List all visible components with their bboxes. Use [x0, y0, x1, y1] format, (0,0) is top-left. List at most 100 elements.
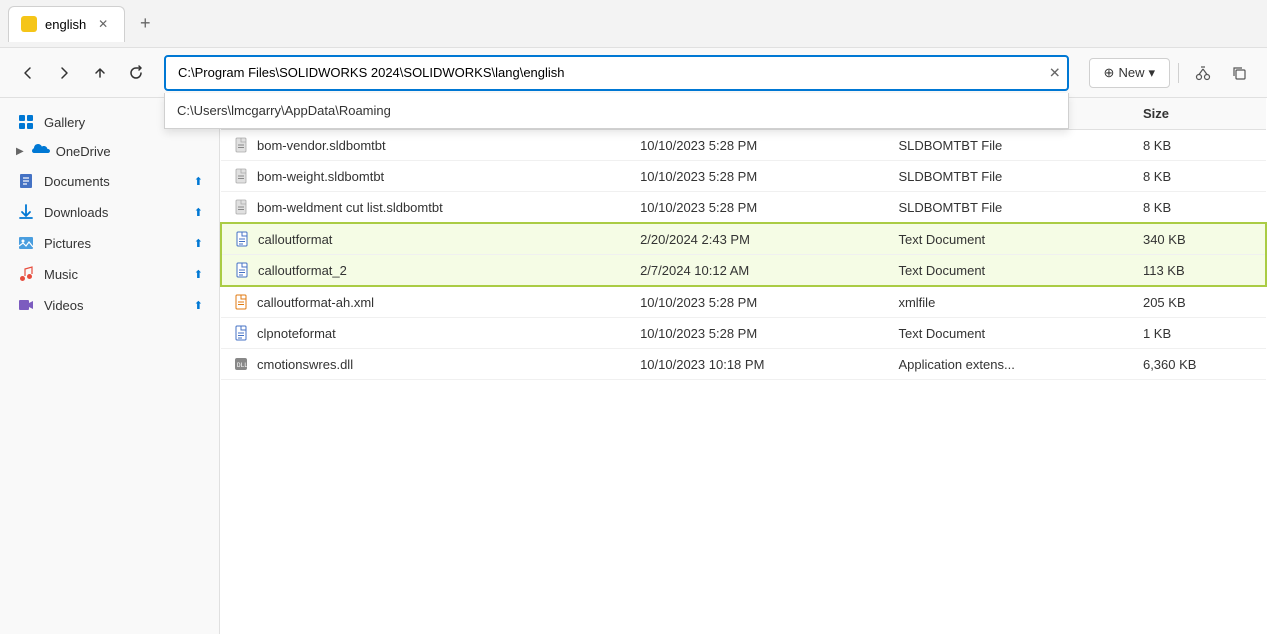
refresh-button[interactable]	[120, 57, 152, 89]
pin-icon-downloads: ⬆	[194, 206, 203, 219]
file-name-text: clpnoteformat	[257, 326, 336, 341]
sidebar-item-onedrive[interactable]: ▶ OneDrive	[4, 138, 215, 165]
file-table: Name ↑ Date modified Type Size bom-vendo…	[220, 98, 1267, 380]
file-name-text: calloutformat	[258, 232, 332, 247]
file-icon	[233, 168, 249, 184]
file-date-cell: 10/10/2023 5:28 PM	[628, 286, 886, 318]
file-name-text: calloutformat_2	[258, 263, 347, 278]
file-date-cell: 2/20/2024 2:43 PM	[628, 223, 886, 255]
table-row[interactable]: calloutformat_2 2/7/2024 10:12 AMText Doc…	[221, 255, 1266, 287]
table-row[interactable]: clpnoteformat 10/10/2023 5:28 PMText Docu…	[221, 318, 1266, 349]
table-row[interactable]: calloutformat-ah.xml 10/10/2023 5:28 PMxm…	[221, 286, 1266, 318]
address-clear-button[interactable]: ✕	[1049, 64, 1061, 81]
column-size[interactable]: Size	[1131, 98, 1266, 130]
sidebar-item-videos[interactable]: Videos ⬆	[4, 290, 215, 320]
table-row[interactable]: bom-vendor.sldbomtbt10/10/2023 5:28 PMSL…	[221, 130, 1266, 161]
file-type-cell: SLDBOMTBT File	[886, 130, 1131, 161]
file-name-text: cmotionswres.dll	[257, 357, 353, 372]
cut-button[interactable]	[1187, 57, 1219, 89]
svg-text:DLL: DLL	[237, 362, 248, 369]
file-type-cell: SLDBOMTBT File	[886, 192, 1131, 224]
copy-button[interactable]	[1223, 57, 1255, 89]
file-type-cell: xmlfile	[886, 286, 1131, 318]
file-name-text: bom-weight.sldbomtbt	[257, 169, 384, 184]
gallery-icon	[16, 112, 36, 132]
table-row[interactable]: calloutformat 2/20/2024 2:43 PMText Docum…	[221, 223, 1266, 255]
content-area: Name ↑ Date modified Type Size bom-vendo…	[220, 98, 1267, 634]
tab-folder-icon	[21, 16, 37, 32]
new-tab-button[interactable]: +	[129, 8, 161, 40]
tab-close-button[interactable]: ✕	[94, 15, 112, 33]
tab-english[interactable]: english ✕	[8, 6, 125, 42]
sidebar-label-pictures: Pictures	[44, 236, 186, 251]
sidebar-label-music: Music	[44, 267, 186, 282]
file-size-cell: 8 KB	[1131, 192, 1266, 224]
sidebar-item-music[interactable]: Music ⬆	[4, 259, 215, 289]
file-name-cell: clpnoteformat	[221, 318, 628, 349]
sidebar-label-downloads: Downloads	[44, 205, 186, 220]
file-size-cell: 6,360 KB	[1131, 349, 1266, 380]
table-row[interactable]: DLL cmotionswres.dll 10/10/2023 10:18 PMAp…	[221, 349, 1266, 380]
up-button[interactable]	[84, 57, 116, 89]
file-name-cell: DLL cmotionswres.dll	[221, 349, 628, 380]
file-icon	[233, 325, 249, 341]
file-name-cell: calloutformat_2	[221, 255, 628, 287]
pin-icon-videos: ⬆	[194, 299, 203, 312]
file-type-cell: SLDBOMTBT File	[886, 161, 1131, 192]
file-date-cell: 10/10/2023 5:28 PM	[628, 161, 886, 192]
file-icon	[233, 294, 249, 310]
videos-icon	[16, 295, 36, 315]
pin-icon-documents: ⬆	[194, 175, 203, 188]
file-type-cell: Application extens...	[886, 349, 1131, 380]
sidebar-item-downloads[interactable]: Downloads ⬆	[4, 197, 215, 227]
file-type-cell: Text Document	[886, 318, 1131, 349]
file-icon	[233, 137, 249, 153]
tab-label: english	[45, 17, 86, 32]
sidebar-label-onedrive: OneDrive	[56, 144, 111, 159]
file-name-cell: calloutformat-ah.xml	[221, 286, 628, 318]
table-row[interactable]: bom-weldment cut list.sldbomtbt 10/10/202…	[221, 192, 1266, 224]
file-date-cell: 2/7/2024 10:12 AM	[628, 255, 886, 287]
address-bar-wrapper: ✕ C:\Users\lmcgarry\AppData\Roaming	[164, 55, 1069, 91]
file-size-cell: 340 KB	[1131, 223, 1266, 255]
title-bar: english ✕ +	[0, 0, 1267, 48]
file-size-cell: 8 KB	[1131, 130, 1266, 161]
address-suggestion[interactable]: C:\Users\lmcgarry\AppData\Roaming	[165, 93, 1068, 128]
pin-icon-music: ⬆	[194, 268, 203, 281]
address-bar-input[interactable]	[164, 55, 1069, 91]
file-date-cell: 10/10/2023 10:18 PM	[628, 349, 886, 380]
file-type-cell: Text Document	[886, 223, 1131, 255]
table-row[interactable]: bom-weight.sldbomtbt 10/10/2023 5:28 PMSL…	[221, 161, 1266, 192]
new-dropdown-icon: ▾	[1148, 65, 1155, 81]
sidebar-item-documents[interactable]: Documents ⬆	[4, 166, 215, 196]
new-button-label: New	[1118, 65, 1144, 80]
file-size-cell: 205 KB	[1131, 286, 1266, 318]
file-date-cell: 10/10/2023 5:28 PM	[628, 192, 886, 224]
pin-icon-pictures: ⬆	[194, 237, 203, 250]
file-type-cell: Text Document	[886, 255, 1131, 287]
file-icon	[234, 231, 250, 247]
sidebar: Gallery ▶ OneDrive Documents	[0, 98, 220, 634]
file-date-cell: 10/10/2023 5:28 PM	[628, 130, 886, 161]
toolbar: ✕ C:\Users\lmcgarry\AppData\Roaming ⊕ Ne…	[0, 48, 1267, 98]
main-area: Gallery ▶ OneDrive Documents	[0, 98, 1267, 634]
back-button[interactable]	[12, 57, 44, 89]
forward-button[interactable]	[48, 57, 80, 89]
file-icon	[233, 199, 249, 215]
address-dropdown: C:\Users\lmcgarry\AppData\Roaming	[164, 93, 1069, 129]
toolbar-left	[12, 57, 152, 89]
music-icon	[16, 264, 36, 284]
file-date-cell: 10/10/2023 5:28 PM	[628, 318, 886, 349]
chevron-right-icon: ▶	[16, 146, 24, 157]
sidebar-item-pictures[interactable]: Pictures ⬆	[4, 228, 215, 258]
file-name-text: calloutformat-ah.xml	[257, 295, 374, 310]
file-name-cell: calloutformat	[221, 223, 628, 255]
onedrive-icon	[30, 143, 50, 160]
file-size-cell: 113 KB	[1131, 255, 1266, 287]
sidebar-label-videos: Videos	[44, 298, 186, 313]
file-name-cell: bom-weldment cut list.sldbomtbt	[221, 192, 628, 224]
file-name-text: bom-weldment cut list.sldbomtbt	[257, 200, 443, 215]
file-icon: DLL	[233, 356, 249, 372]
file-name-cell: bom-vendor.sldbomtbt	[221, 130, 628, 161]
new-button[interactable]: ⊕ New ▾	[1089, 58, 1170, 88]
